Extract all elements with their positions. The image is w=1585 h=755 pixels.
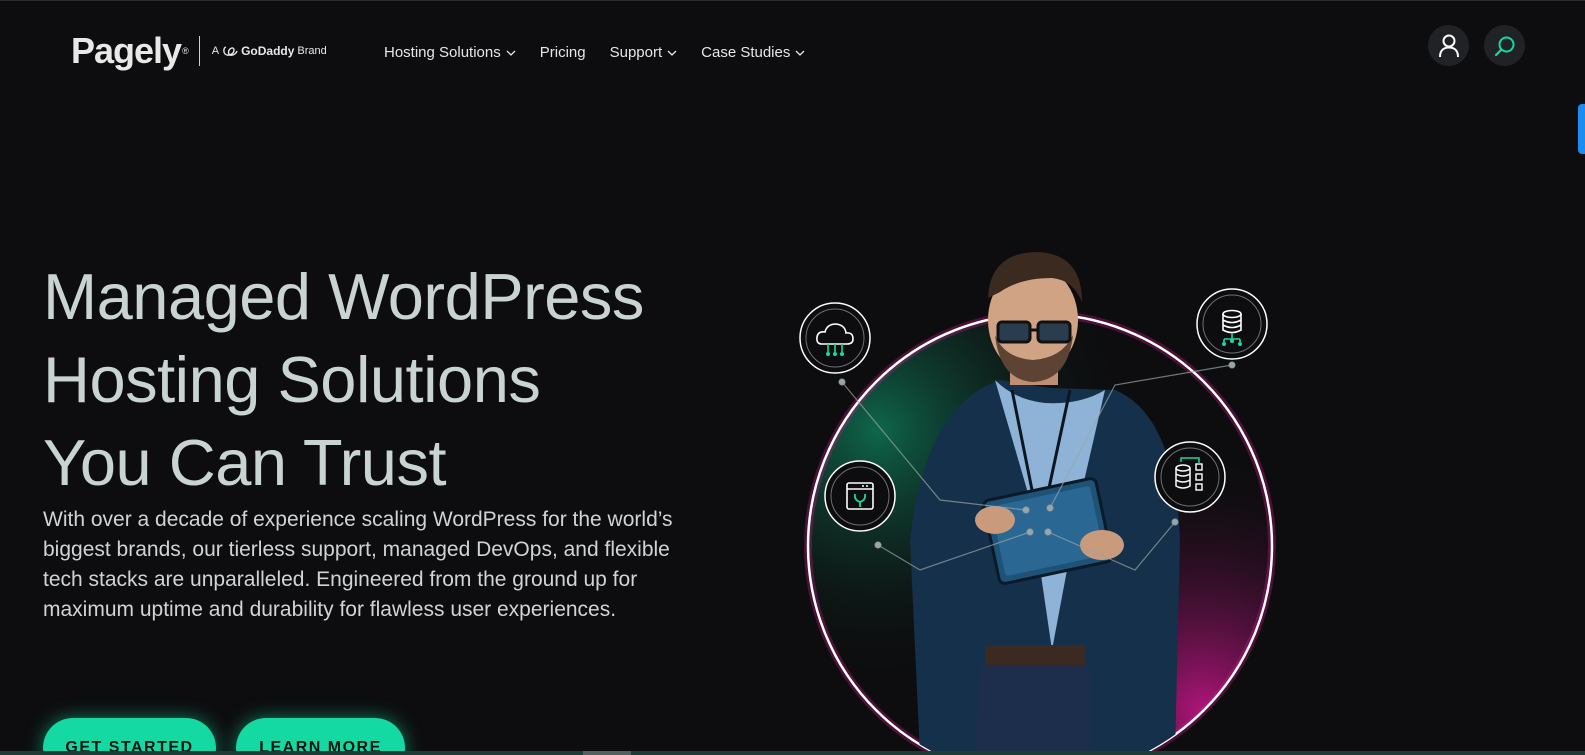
logo-wordmark: Pagely [71,30,182,71]
chevron-down-icon [667,50,677,56]
account-button[interactable] [1428,25,1469,66]
chevron-down-icon [506,50,516,56]
main-nav: Hosting Solutions Pricing Support Case S… [384,44,805,61]
hero-title: Managed WordPress Hosting Solutions You … [43,255,743,504]
man-with-tablet [910,252,1180,755]
search-button[interactable] [1484,25,1525,66]
database-icon [1196,288,1268,360]
hero-title-line: Managed WordPress [43,260,644,333]
nav-support[interactable]: Support [610,44,678,61]
user-icon [1438,34,1459,57]
page: Pagely ® A GoDaddy Brand Hosting Solutio… [0,0,1585,755]
nav-case-studies[interactable]: Case Studies [701,44,805,61]
database-diagram-icon [1154,441,1226,513]
scrollbar-thumb[interactable] [583,751,631,755]
logo-divider [198,36,200,66]
chevron-down-icon [795,50,805,56]
hero-title-line: You Can Trust [43,426,447,499]
learn-more-button[interactable]: LEARN MORE [236,718,405,755]
logo-registered-mark: ® [182,46,189,56]
hero-title-line: Hosting Solutions [43,343,541,416]
nav-label: Support [609,44,663,61]
pagely-logo[interactable]: Pagely ® A GoDaddy Brand [71,30,327,72]
search-icon [1494,36,1514,56]
godaddy-brand-mark: A GoDaddy Brand [212,44,327,58]
web-tools-icon [824,460,896,532]
horizontal-scrollbar[interactable] [0,751,1585,755]
hero-illustration [799,252,1276,755]
get-started-button[interactable]: GET STARTED [43,718,216,755]
nav-hosting-solutions[interactable]: Hosting Solutions [384,44,516,61]
godaddy-icon [223,46,238,56]
brand-suffix: Brand [297,45,327,57]
brand-name: GoDaddy [241,44,295,58]
nav-pricing[interactable]: Pricing [540,44,586,61]
cloud-network-icon [799,302,871,374]
hero-description: With over a decade of experience scaling… [43,508,673,621]
nav-label: Pricing [539,44,586,61]
top-border [0,0,1585,1]
side-feedback-tab[interactable] [1578,104,1585,154]
nav-label: Hosting Solutions [384,44,501,61]
nav-label: Case Studies [701,44,791,61]
brand-prefix: A [211,45,220,57]
